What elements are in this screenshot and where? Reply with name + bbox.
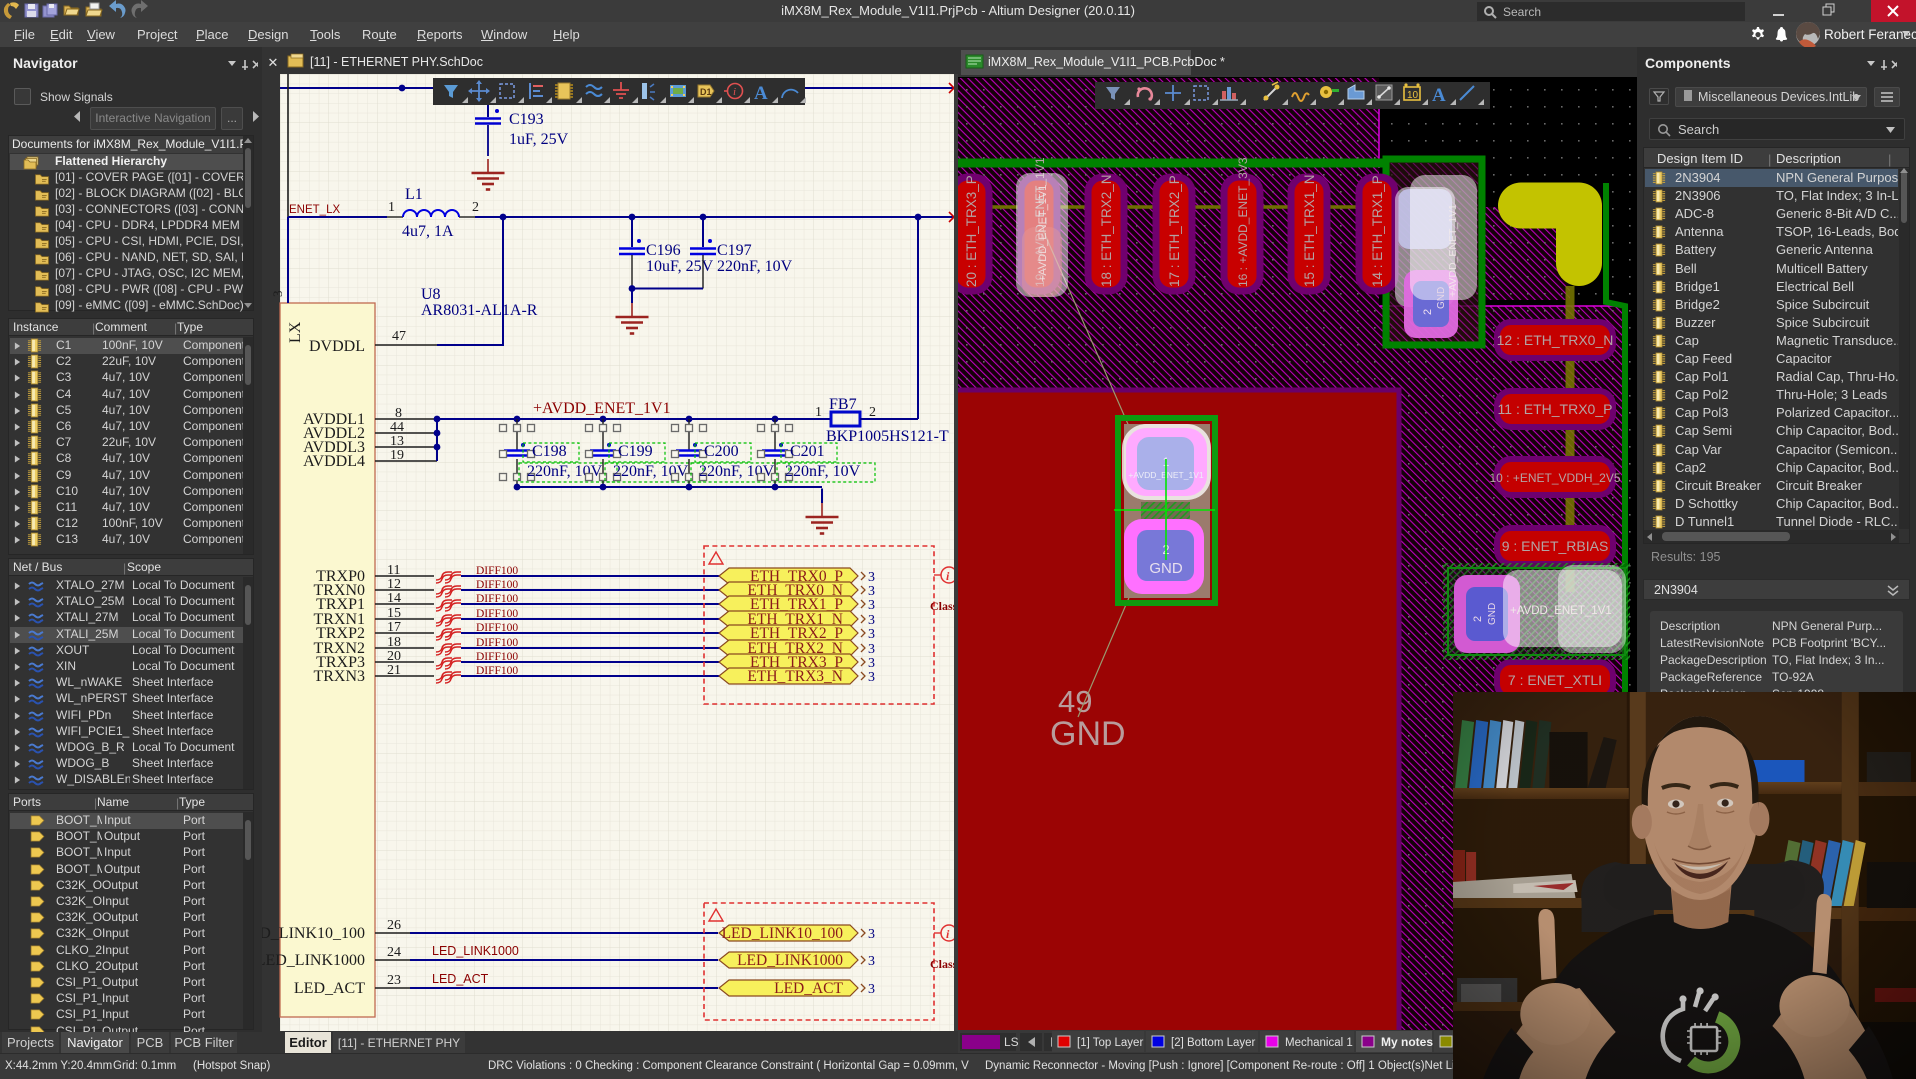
svg-text:15 : ETH_TRX1_N: 15 : ETH_TRX1_N bbox=[1302, 174, 1317, 287]
svg-text:D_LINK10_100: D_LINK10_100 bbox=[262, 925, 365, 942]
svg-text:2: 2 bbox=[472, 200, 479, 215]
svg-text:ETH_TRX3_N: ETH_TRX3_N bbox=[747, 668, 843, 685]
svg-text:220nF, 10V: 220nF, 10V bbox=[785, 463, 861, 480]
svg-text:3: 3 bbox=[868, 670, 875, 685]
svg-text:C193: C193 bbox=[509, 111, 544, 128]
svg-text:+AVDD_ENET_1V1: +AVDD_ENET_1V1 bbox=[1510, 605, 1612, 617]
svg-text:FB7: FB7 bbox=[829, 396, 857, 413]
svg-text:LED_ACT: LED_ACT bbox=[774, 980, 843, 997]
svg-text:Class: Class bbox=[930, 599, 958, 613]
svg-text:A: A bbox=[1432, 85, 1446, 106]
svg-text:[1] Top Layer: [1] Top Layer bbox=[1077, 1037, 1143, 1049]
svg-text:3: 3 bbox=[868, 627, 875, 642]
svg-text:L1: L1 bbox=[405, 186, 423, 203]
svg-text:A: A bbox=[754, 83, 768, 104]
svg-text:GND: GND bbox=[1149, 560, 1183, 577]
svg-text:Robert Feranec: Robert Feranec bbox=[1824, 27, 1916, 42]
svg-text:220nF, 10V: 220nF, 10V bbox=[717, 258, 793, 275]
svg-text:C201: C201 bbox=[790, 443, 825, 460]
svg-text:20 : ETH_TRX3_P: 20 : ETH_TRX3_P bbox=[964, 175, 979, 287]
svg-text:2: 2 bbox=[1472, 616, 1484, 622]
svg-text:11 : ETH_TRX0_P: 11 : ETH_TRX0_P bbox=[1498, 401, 1613, 417]
svg-text:C196: C196 bbox=[646, 242, 681, 259]
svg-text:DIFF100: DIFF100 bbox=[476, 651, 518, 663]
svg-text:DIFF100: DIFF100 bbox=[476, 579, 518, 591]
svg-text:LED_LINK1000: LED_LINK1000 bbox=[262, 952, 365, 969]
svg-text:TRXN3: TRXN3 bbox=[313, 668, 365, 685]
svg-text:1: 1 bbox=[388, 200, 395, 215]
svg-text:D1: D1 bbox=[700, 87, 712, 97]
svg-text:2: 2 bbox=[1422, 309, 1434, 315]
svg-text:DVDDL: DVDDL bbox=[309, 338, 365, 355]
svg-text:[11] - ETHERNET PHY.SchDoc: [11] - ETHERNET PHY.SchDoc bbox=[310, 55, 483, 69]
svg-text:+AVDD_ENET_1V1: +AVDD_ENET_1V1 bbox=[1037, 185, 1049, 282]
svg-text:GND: GND bbox=[1436, 287, 1447, 309]
svg-text:ENET_LX: ENET_LX bbox=[289, 204, 340, 216]
svg-text:LED_LINK1000: LED_LINK1000 bbox=[737, 952, 843, 969]
svg-text:iMX8M_Rex_Module_V1I1_PCB.PcbD: iMX8M_Rex_Module_V1I1_PCB.PcbDoc * bbox=[988, 55, 1225, 69]
svg-text:DIFF100: DIFF100 bbox=[476, 665, 518, 677]
svg-text:C200: C200 bbox=[704, 443, 739, 460]
svg-text:17 : ETH_TRX2_P: 17 : ETH_TRX2_P bbox=[1167, 175, 1182, 287]
svg-text:26: 26 bbox=[387, 918, 401, 933]
svg-text:AVDDL4: AVDDL4 bbox=[303, 453, 365, 470]
svg-text:DIFF100: DIFF100 bbox=[476, 565, 518, 577]
svg-text:18 : ETH_TRX2_N: 18 : ETH_TRX2_N bbox=[1099, 174, 1114, 287]
svg-text:Class: Class bbox=[930, 957, 958, 971]
svg-text:GND: GND bbox=[1050, 715, 1126, 753]
svg-text:3: 3 bbox=[868, 982, 875, 997]
svg-text:3: 3 bbox=[868, 927, 875, 942]
svg-text:AR8031-AL1A-R: AR8031-AL1A-R bbox=[421, 302, 538, 319]
svg-text:i: i bbox=[733, 86, 736, 98]
svg-text:1uF, 25V: 1uF, 25V bbox=[509, 131, 569, 148]
svg-text:DIFF100: DIFF100 bbox=[476, 593, 518, 605]
svg-text:12 : ETH_TRX0_N: 12 : ETH_TRX0_N bbox=[1497, 332, 1614, 348]
svg-text:C199: C199 bbox=[618, 443, 653, 460]
svg-text:14 : ETH_TRX1_P: 14 : ETH_TRX1_P bbox=[1370, 175, 1385, 287]
svg-text:LED_ACT: LED_ACT bbox=[432, 972, 489, 986]
svg-text:C197: C197 bbox=[717, 242, 752, 259]
svg-text:23: 23 bbox=[387, 973, 401, 988]
svg-text:1: 1 bbox=[815, 405, 822, 420]
svg-text:3: 3 bbox=[868, 584, 875, 599]
svg-text:Mechanical 1: Mechanical 1 bbox=[1285, 1037, 1353, 1049]
svg-text:2: 2 bbox=[869, 405, 876, 420]
svg-text:16 : +AVDD_ENET_3V3: 16 : +AVDD_ENET_3V3 bbox=[1236, 157, 1250, 287]
svg-text:BKP1005HS121-T: BKP1005HS121-T bbox=[826, 428, 949, 445]
svg-text:3: 3 bbox=[868, 613, 875, 628]
svg-text:C198: C198 bbox=[532, 443, 567, 460]
svg-text:DIFF100: DIFF100 bbox=[476, 637, 518, 649]
svg-text:DIFF100: DIFF100 bbox=[476, 622, 518, 634]
svg-text:3: 3 bbox=[868, 656, 875, 671]
svg-text:LX: LX bbox=[287, 321, 304, 343]
svg-text:3: 3 bbox=[868, 642, 875, 657]
svg-text:9 : ENET_RBIAS: 9 : ENET_RBIAS bbox=[1502, 538, 1609, 554]
svg-text:4u7, 1A: 4u7, 1A bbox=[402, 223, 454, 240]
svg-text:47: 47 bbox=[392, 329, 406, 344]
svg-text:+AVDD_ENET_1V1: +AVDD_ENET_1V1 bbox=[533, 400, 671, 417]
svg-text:3: 3 bbox=[270, 291, 285, 298]
svg-text:LED_ACT: LED_ACT bbox=[294, 980, 365, 997]
svg-text:GND: GND bbox=[1487, 603, 1498, 625]
svg-text:DIFF100: DIFF100 bbox=[476, 608, 518, 620]
svg-text:3: 3 bbox=[868, 570, 875, 585]
svg-text:+AVDD_ENET_1V1: +AVDD_ENET_1V1 bbox=[1447, 204, 1459, 297]
svg-text:7 : ENET_XTLI: 7 : ENET_XTLI bbox=[1508, 672, 1602, 688]
svg-text:U8: U8 bbox=[421, 286, 441, 303]
svg-text:[2] Bottom Layer: [2] Bottom Layer bbox=[1171, 1037, 1256, 1049]
svg-text:24: 24 bbox=[387, 945, 401, 960]
svg-text:3: 3 bbox=[868, 598, 875, 613]
svg-text:10: 10 bbox=[1407, 90, 1419, 101]
svg-text:LED_LINK1000: LED_LINK1000 bbox=[432, 944, 519, 958]
svg-text:3: 3 bbox=[868, 954, 875, 969]
svg-text:10 : +ENET_VDDH_2V5: 10 : +ENET_VDDH_2V5 bbox=[1489, 471, 1620, 485]
svg-text:49: 49 bbox=[1058, 684, 1092, 719]
svg-text:My notes: My notes bbox=[1381, 1035, 1433, 1049]
svg-text:✕: ✕ bbox=[268, 55, 279, 70]
svg-text:LS: LS bbox=[1004, 1035, 1019, 1049]
svg-text:LED_LINK10_100: LED_LINK10_100 bbox=[722, 925, 844, 942]
